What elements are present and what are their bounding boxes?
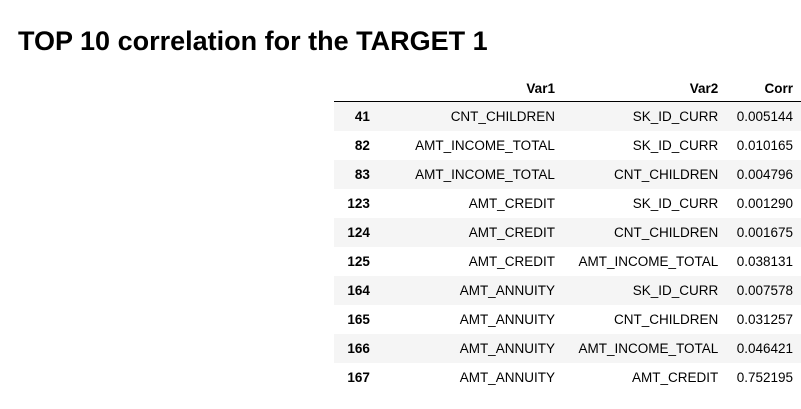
table-header: Var1 Var2 Corr xyxy=(334,75,801,102)
row-index: 124 xyxy=(347,225,370,240)
table-row: 82 AMT_INCOME_TOTAL SK_ID_CURR 0.010165 xyxy=(334,131,801,160)
table-row: 124 AMT_CREDIT CNT_CHILDREN 0.001675 xyxy=(334,218,801,247)
cell-corr: 0.005144 xyxy=(736,109,793,124)
column-header-var2: Var2 xyxy=(562,75,727,102)
column-header-corr: Corr xyxy=(726,75,801,102)
table-row: 123 AMT_CREDIT SK_ID_CURR 0.001290 xyxy=(334,189,801,218)
table-body: 41 CNT_CHILDREN SK_ID_CURR 0.005144 82 A… xyxy=(334,101,801,392)
row-index: 166 xyxy=(347,341,370,356)
cell-var2: SK_ID_CURR xyxy=(632,283,719,298)
row-index: 82 xyxy=(354,138,370,153)
cell-var1: AMT_INCOME_TOTAL xyxy=(415,167,555,182)
cell-var2: CNT_CHILDREN xyxy=(613,167,719,182)
row-index: 165 xyxy=(347,312,370,327)
cell-corr: 0.001675 xyxy=(736,225,793,240)
table-header-row: Var1 Var2 Corr xyxy=(334,75,801,102)
cell-var2: AMT_INCOME_TOTAL xyxy=(578,254,719,269)
cell-var1: AMT_ANNUITY xyxy=(459,341,555,356)
cell-corr: 0.004796 xyxy=(736,167,793,182)
column-header-var1: Var1 xyxy=(377,75,563,102)
cell-var1: AMT_CREDIT xyxy=(468,225,555,240)
row-index: 41 xyxy=(354,109,370,124)
row-index: 125 xyxy=(347,254,370,269)
table-row: 167 AMT_ANNUITY AMT_CREDIT 0.752195 xyxy=(334,363,801,392)
cell-var2: AMT_CREDIT xyxy=(631,370,719,385)
row-index: 167 xyxy=(347,370,370,385)
table-row: 166 AMT_ANNUITY AMT_INCOME_TOTAL 0.04642… xyxy=(334,334,801,363)
cell-var1: AMT_CREDIT xyxy=(468,254,555,269)
row-index: 164 xyxy=(347,283,370,298)
correlation-table: Var1 Var2 Corr 41 CNT_CHILDREN SK_ID_CUR… xyxy=(334,75,801,392)
cell-corr: 0.031257 xyxy=(736,312,793,327)
table-row: 165 AMT_ANNUITY CNT_CHILDREN 0.031257 xyxy=(334,305,801,334)
row-index: 83 xyxy=(354,167,370,182)
cell-corr: 0.038131 xyxy=(736,254,793,269)
row-index: 123 xyxy=(347,196,370,211)
page-title: TOP 10 correlation for the TARGET 1 xyxy=(18,26,488,56)
cell-var2: AMT_INCOME_TOTAL xyxy=(578,341,719,356)
cell-var2: SK_ID_CURR xyxy=(632,109,719,124)
cell-var1: AMT_INCOME_TOTAL xyxy=(415,138,555,153)
cell-var2: SK_ID_CURR xyxy=(632,138,719,153)
cell-var1: AMT_CREDIT xyxy=(468,196,555,211)
cell-corr: 0.001290 xyxy=(736,196,793,211)
cell-corr: 0.007578 xyxy=(736,283,793,298)
table-row: 83 AMT_INCOME_TOTAL CNT_CHILDREN 0.00479… xyxy=(334,160,801,189)
cell-var1: AMT_ANNUITY xyxy=(459,370,555,385)
cell-corr: 0.046421 xyxy=(736,341,793,356)
column-header-index xyxy=(334,75,378,102)
cell-corr: 0.752195 xyxy=(736,370,793,385)
table-row: 41 CNT_CHILDREN SK_ID_CURR 0.005144 xyxy=(334,101,801,131)
cell-var1: AMT_ANNUITY xyxy=(459,283,555,298)
cell-var2: SK_ID_CURR xyxy=(632,196,719,211)
cell-var2: CNT_CHILDREN xyxy=(613,225,719,240)
table-row: 125 AMT_CREDIT AMT_INCOME_TOTAL 0.038131 xyxy=(334,247,801,276)
cell-var1: AMT_ANNUITY xyxy=(459,312,555,327)
cell-corr: 0.010165 xyxy=(736,138,793,153)
table-row: 164 AMT_ANNUITY SK_ID_CURR 0.007578 xyxy=(334,276,801,305)
cell-var2: CNT_CHILDREN xyxy=(613,312,719,327)
cell-var1: CNT_CHILDREN xyxy=(450,109,555,124)
